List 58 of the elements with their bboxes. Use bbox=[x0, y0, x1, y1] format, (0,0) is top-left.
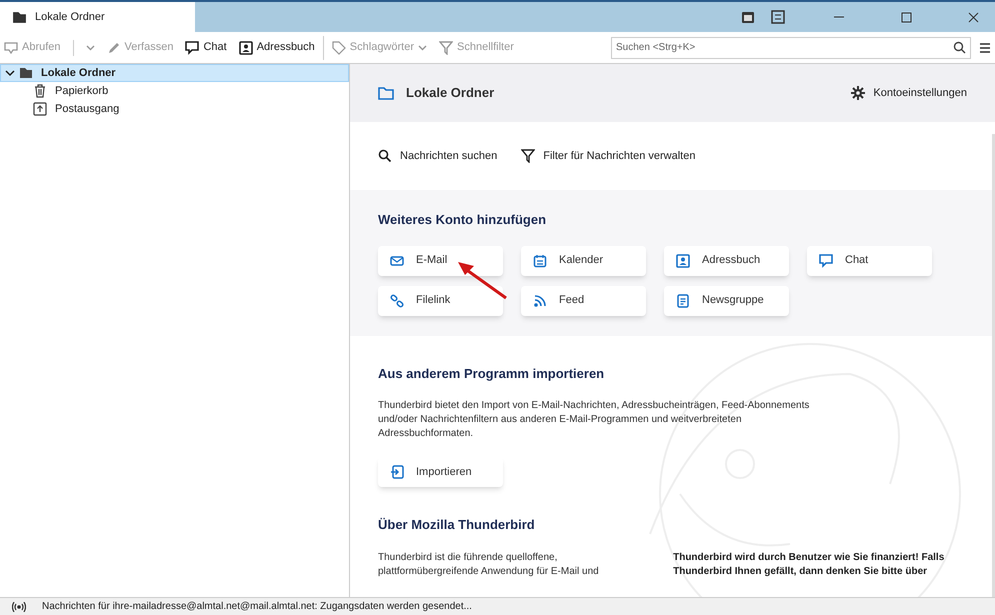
account-settings-link[interactable]: Kontoeinstellungen bbox=[851, 84, 967, 102]
toolbar-button[interactable]: Chat bbox=[185, 39, 227, 56]
calendar-icon bbox=[533, 254, 547, 268]
account-title: Lokale Ordner bbox=[406, 84, 494, 102]
link-icon bbox=[390, 294, 404, 308]
funding-text: Thunderbird wird durch Benutzer wie Sie finanziert! Falls Thunderbird Ihnen gefällt, dann denken Sie bitte über bbox=[673, 550, 946, 578]
add-account-button[interactable]: E-Mail bbox=[378, 246, 503, 276]
calendar-icon[interactable] bbox=[741, 10, 755, 24]
close-icon[interactable] bbox=[968, 12, 979, 22]
add-account-button[interactable]: Chat bbox=[807, 246, 932, 276]
add-account-button[interactable]: Newsgruppe bbox=[664, 286, 789, 316]
manage-filters-button[interactable]: Filter für Nachrichten verwalten bbox=[521, 148, 696, 164]
tag-icon bbox=[332, 40, 346, 54]
pencil-icon bbox=[106, 40, 121, 54]
folder-row[interactable]: Papierkorb bbox=[0, 82, 349, 100]
section-heading: Aus anderem Programm importieren bbox=[378, 364, 606, 383]
add-account-button[interactable]: Feed bbox=[521, 286, 646, 316]
search-icon bbox=[378, 149, 392, 163]
speech-bubble-icon bbox=[185, 40, 200, 54]
folder-icon bbox=[19, 66, 33, 80]
add-account-button[interactable]: Kalender bbox=[521, 246, 646, 276]
funnel-icon bbox=[439, 40, 453, 54]
toolbar-button[interactable]: Adressbuch bbox=[238, 39, 315, 56]
folder-icon bbox=[12, 10, 27, 24]
speech-bubble-icon bbox=[819, 254, 833, 268]
outbox-icon bbox=[33, 102, 47, 116]
folder-icon bbox=[378, 86, 394, 100]
section-heading: Über Mozilla Thunderbird bbox=[378, 516, 536, 534]
contact-card-icon bbox=[238, 40, 253, 54]
caret-icon[interactable] bbox=[86, 43, 95, 52]
rss-icon bbox=[533, 294, 547, 308]
document-icon bbox=[676, 294, 690, 308]
about-text: Thunderbird ist die führende quelloffene, plattformübergreifende Anwendung für E-Mail und bbox=[378, 550, 600, 578]
tab[interactable]: Lokale Ordner bbox=[0, 2, 195, 32]
maximize-icon[interactable] bbox=[901, 12, 912, 22]
arrow-drawing bbox=[456, 260, 508, 300]
search-messages-button[interactable]: Nachrichten suchen bbox=[378, 148, 498, 164]
folder-row[interactable]: Postausgang bbox=[0, 100, 349, 118]
status-text: Nachrichten für ihre-mailadresse@almtal.net@mail.almtal.net: Zugangsdaten werden gesendet... bbox=[42, 600, 472, 614]
search-icon[interactable] bbox=[953, 40, 966, 54]
section-heading: Weiteres Konto hinzufügen bbox=[378, 211, 548, 229]
tasks-icon[interactable] bbox=[771, 10, 785, 24]
chevron-icon[interactable] bbox=[5, 68, 15, 78]
add-account-button[interactable]: Adressbuch bbox=[664, 246, 789, 276]
search-field[interactable]: Suchen <Strg+K> bbox=[611, 36, 971, 58]
import-icon bbox=[390, 465, 404, 479]
funnel-icon bbox=[521, 149, 536, 163]
signal-icon bbox=[12, 602, 26, 612]
trash-icon bbox=[33, 84, 47, 98]
import-description: Thunderbird bietet den Import von E-Mail-Nachrichten, Adressbucheinträgen, Feed-Abonnements und/oder Nachrichtenfiltern aus anderen E-Mail-Programmen und weitverbreiteten Adressbuchformaten. bbox=[378, 399, 810, 441]
envelope-icon bbox=[390, 254, 404, 268]
gear-icon bbox=[851, 86, 866, 100]
contact-card-icon bbox=[676, 254, 690, 268]
folder-row[interactable]: Lokale Ordner bbox=[0, 64, 349, 82]
menu-icon[interactable] bbox=[979, 42, 991, 54]
import-button[interactable]: Importieren bbox=[378, 457, 503, 487]
download-icon bbox=[4, 40, 18, 54]
add-account-button[interactable]: Filelink bbox=[378, 286, 503, 316]
